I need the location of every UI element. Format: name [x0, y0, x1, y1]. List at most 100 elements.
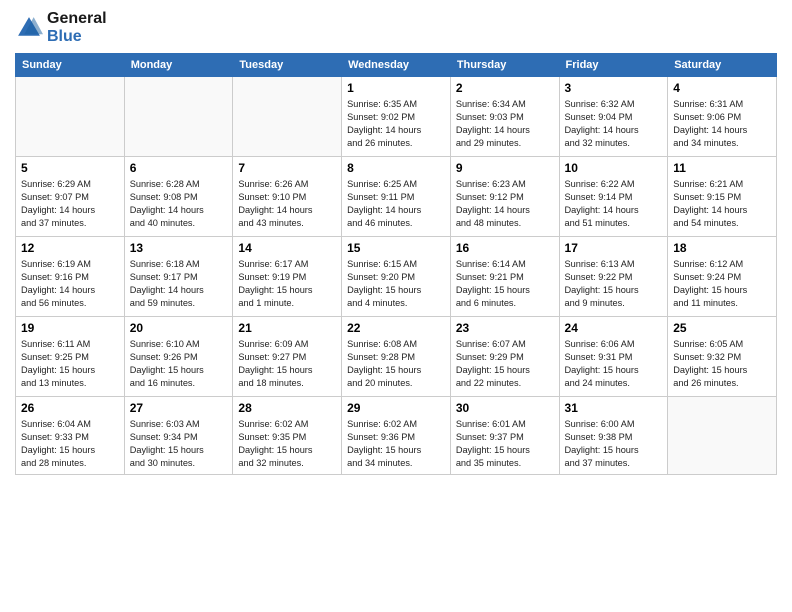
- calendar-cell: [668, 397, 777, 475]
- day-info: Sunrise: 6:18 AM Sunset: 9:17 PM Dayligh…: [130, 258, 228, 310]
- day-number: 15: [347, 241, 445, 255]
- day-info: Sunrise: 6:23 AM Sunset: 9:12 PM Dayligh…: [456, 178, 554, 230]
- day-info: Sunrise: 6:11 AM Sunset: 9:25 PM Dayligh…: [21, 338, 119, 390]
- logo-icon: [15, 14, 43, 42]
- day-info: Sunrise: 6:32 AM Sunset: 9:04 PM Dayligh…: [565, 98, 663, 150]
- calendar-cell: 27 Sunrise: 6:03 AM Sunset: 9:34 PM Dayli…: [124, 397, 233, 475]
- calendar-table: Sunday Monday Tuesday Wednesday Thursday…: [15, 53, 777, 475]
- day-number: 30: [456, 401, 554, 415]
- calendar-cell: 4 Sunrise: 6:31 AM Sunset: 9:06 PM Daylig…: [668, 77, 777, 157]
- day-info: Sunrise: 6:25 AM Sunset: 9:11 PM Dayligh…: [347, 178, 445, 230]
- calendar-cell: 13 Sunrise: 6:18 AM Sunset: 9:17 PM Dayli…: [124, 237, 233, 317]
- page: General Blue Sunday Monday Tuesday Wedne…: [0, 0, 792, 612]
- day-info: Sunrise: 6:22 AM Sunset: 9:14 PM Dayligh…: [565, 178, 663, 230]
- calendar-cell: 16Sunrise: 6:14 AM Sunset: 9:21 PM Dayli…: [450, 237, 559, 317]
- day-number: 21: [238, 321, 336, 335]
- day-number: 3: [565, 81, 663, 95]
- day-info: Sunrise: 6:31 AM Sunset: 9:06 PM Dayligh…: [673, 98, 771, 150]
- header: General Blue: [15, 10, 777, 45]
- calendar-cell: [233, 77, 342, 157]
- calendar-cell: 18 Sunrise: 6:12 AM Sunset: 9:24 PM Dayli…: [668, 237, 777, 317]
- day-number: 26: [21, 401, 119, 415]
- day-info: Sunrise: 6:01 AM Sunset: 9:37 PM Dayligh…: [456, 418, 554, 470]
- calendar-cell: 31 Sunrise: 6:00 AM Sunset: 9:38 PM Dayli…: [559, 397, 668, 475]
- day-info: Sunrise: 6:26 AM Sunset: 9:10 PM Dayligh…: [238, 178, 336, 230]
- day-number: 10: [565, 161, 663, 175]
- calendar-cell: 11 Sunrise: 6:21 AM Sunset: 9:15 PM Dayli…: [668, 157, 777, 237]
- day-number: 23: [456, 321, 554, 335]
- calendar-cell: 9Sunrise: 6:23 AM Sunset: 9:12 PM Daylig…: [450, 157, 559, 237]
- day-info: Sunrise: 6:07 AM Sunset: 9:29 PM Dayligh…: [456, 338, 554, 390]
- logo: General Blue: [15, 10, 107, 45]
- day-number: 4: [673, 81, 771, 95]
- day-number: 19: [21, 321, 119, 335]
- calendar-week-4: 26 Sunrise: 6:04 AM Sunset: 9:33 PM Dayli…: [16, 397, 777, 475]
- day-number: 28: [238, 401, 336, 415]
- day-info: Sunrise: 6:03 AM Sunset: 9:34 PM Dayligh…: [130, 418, 228, 470]
- day-info: Sunrise: 6:10 AM Sunset: 9:26 PM Dayligh…: [130, 338, 228, 390]
- calendar-cell: [124, 77, 233, 157]
- weekday-header-row: Sunday Monday Tuesday Wednesday Thursday…: [16, 54, 777, 77]
- calendar-cell: 26 Sunrise: 6:04 AM Sunset: 9:33 PM Dayli…: [16, 397, 125, 475]
- calendar-cell: 22Sunrise: 6:08 AM Sunset: 9:28 PM Dayli…: [342, 317, 451, 397]
- header-thursday: Thursday: [450, 54, 559, 77]
- calendar-week-2: 12Sunrise: 6:19 AM Sunset: 9:16 PM Dayli…: [16, 237, 777, 317]
- day-number: 13: [130, 241, 228, 255]
- day-info: Sunrise: 6:06 AM Sunset: 9:31 PM Dayligh…: [565, 338, 663, 390]
- calendar-cell: 6 Sunrise: 6:28 AM Sunset: 9:08 PM Daylig…: [124, 157, 233, 237]
- calendar-cell: 21 Sunrise: 6:09 AM Sunset: 9:27 PM Dayli…: [233, 317, 342, 397]
- day-number: 8: [347, 161, 445, 175]
- day-number: 17: [565, 241, 663, 255]
- day-number: 29: [347, 401, 445, 415]
- calendar-cell: 1 Sunrise: 6:35 AM Sunset: 9:02 PM Daylig…: [342, 77, 451, 157]
- calendar-cell: 23 Sunrise: 6:07 AM Sunset: 9:29 PM Dayli…: [450, 317, 559, 397]
- header-saturday: Saturday: [668, 54, 777, 77]
- day-number: 27: [130, 401, 228, 415]
- calendar-cell: 10 Sunrise: 6:22 AM Sunset: 9:14 PM Dayli…: [559, 157, 668, 237]
- calendar-cell: 8 Sunrise: 6:25 AM Sunset: 9:11 PM Daylig…: [342, 157, 451, 237]
- day-info: Sunrise: 6:13 AM Sunset: 9:22 PM Dayligh…: [565, 258, 663, 310]
- calendar-cell: 28 Sunrise: 6:02 AM Sunset: 9:35 PM Dayli…: [233, 397, 342, 475]
- calendar-cell: 29 Sunrise: 6:02 AM Sunset: 9:36 PM Dayli…: [342, 397, 451, 475]
- day-number: 7: [238, 161, 336, 175]
- header-sunday: Sunday: [16, 54, 125, 77]
- header-tuesday: Tuesday: [233, 54, 342, 77]
- calendar-cell: 7 Sunrise: 6:26 AM Sunset: 9:10 PM Daylig…: [233, 157, 342, 237]
- day-number: 18: [673, 241, 771, 255]
- calendar-cell: [16, 77, 125, 157]
- day-info: Sunrise: 6:12 AM Sunset: 9:24 PM Dayligh…: [673, 258, 771, 310]
- day-info: Sunrise: 6:28 AM Sunset: 9:08 PM Dayligh…: [130, 178, 228, 230]
- day-number: 2: [456, 81, 554, 95]
- calendar-cell: 5 Sunrise: 6:29 AM Sunset: 9:07 PM Daylig…: [16, 157, 125, 237]
- day-info: Sunrise: 6:02 AM Sunset: 9:36 PM Dayligh…: [347, 418, 445, 470]
- day-info: Sunrise: 6:17 AM Sunset: 9:19 PM Dayligh…: [238, 258, 336, 310]
- header-friday: Friday: [559, 54, 668, 77]
- day-number: 11: [673, 161, 771, 175]
- calendar-cell: 20 Sunrise: 6:10 AM Sunset: 9:26 PM Dayli…: [124, 317, 233, 397]
- day-info: Sunrise: 6:35 AM Sunset: 9:02 PM Dayligh…: [347, 98, 445, 150]
- day-info: Sunrise: 6:08 AM Sunset: 9:28 PM Dayligh…: [347, 338, 445, 390]
- day-number: 5: [21, 161, 119, 175]
- day-number: 31: [565, 401, 663, 415]
- day-info: Sunrise: 6:04 AM Sunset: 9:33 PM Dayligh…: [21, 418, 119, 470]
- day-info: Sunrise: 6:21 AM Sunset: 9:15 PM Dayligh…: [673, 178, 771, 230]
- day-info: Sunrise: 6:34 AM Sunset: 9:03 PM Dayligh…: [456, 98, 554, 150]
- day-number: 24: [565, 321, 663, 335]
- day-info: Sunrise: 6:09 AM Sunset: 9:27 PM Dayligh…: [238, 338, 336, 390]
- calendar-cell: 25Sunrise: 6:05 AM Sunset: 9:32 PM Dayli…: [668, 317, 777, 397]
- calendar-cell: 17 Sunrise: 6:13 AM Sunset: 9:22 PM Dayli…: [559, 237, 668, 317]
- day-number: 6: [130, 161, 228, 175]
- day-info: Sunrise: 6:00 AM Sunset: 9:38 PM Dayligh…: [565, 418, 663, 470]
- day-info: Sunrise: 6:29 AM Sunset: 9:07 PM Dayligh…: [21, 178, 119, 230]
- day-number: 1: [347, 81, 445, 95]
- calendar-cell: 24 Sunrise: 6:06 AM Sunset: 9:31 PM Dayli…: [559, 317, 668, 397]
- logo-text: General Blue: [47, 10, 107, 45]
- day-number: 20: [130, 321, 228, 335]
- calendar-cell: 12Sunrise: 6:19 AM Sunset: 9:16 PM Dayli…: [16, 237, 125, 317]
- day-info: Sunrise: 6:02 AM Sunset: 9:35 PM Dayligh…: [238, 418, 336, 470]
- calendar-cell: 19 Sunrise: 6:11 AM Sunset: 9:25 PM Dayli…: [16, 317, 125, 397]
- day-number: 12: [21, 241, 119, 255]
- calendar-cell: 30 Sunrise: 6:01 AM Sunset: 9:37 PM Dayli…: [450, 397, 559, 475]
- calendar-cell: 14 Sunrise: 6:17 AM Sunset: 9:19 PM Dayli…: [233, 237, 342, 317]
- day-number: 14: [238, 241, 336, 255]
